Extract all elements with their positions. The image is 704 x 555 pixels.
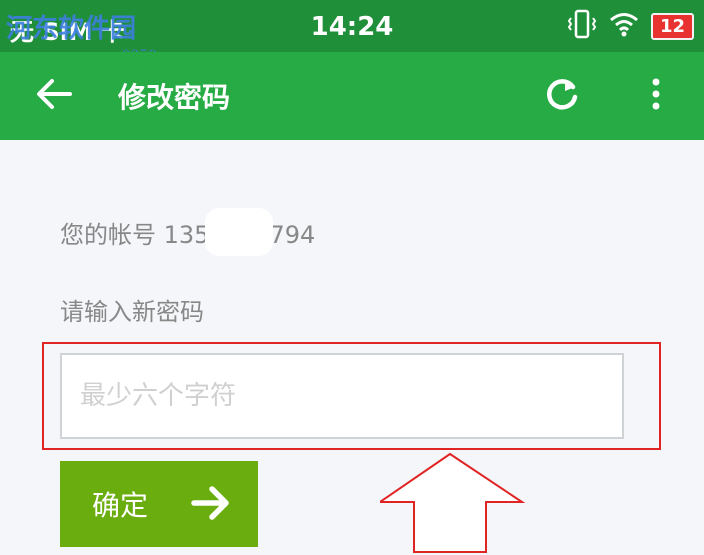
status-icons: 12 <box>567 8 694 44</box>
confirm-button[interactable]: 确定 <box>60 461 258 547</box>
wifi-icon <box>609 11 639 41</box>
more-vert-icon <box>651 77 661 115</box>
arrow-right-icon <box>190 483 232 530</box>
account-info: 您的帐号 135 794 <box>60 208 316 256</box>
vibrate-icon <box>567 8 597 44</box>
battery-icon: 12 <box>650 12 694 40</box>
back-arrow-icon <box>36 78 72 114</box>
account-prefix: 您的帐号 135 <box>60 221 210 249</box>
new-password-input[interactable] <box>60 353 624 439</box>
password-label: 请输入新密码 <box>60 298 204 326</box>
back-button[interactable] <box>30 74 78 118</box>
refresh-icon <box>543 75 581 117</box>
more-options-button[interactable] <box>632 72 680 120</box>
status-bar: 无 SIM 卡 14:24 12 <box>0 0 704 52</box>
account-suffix: 794 <box>269 221 316 249</box>
annotation-up-arrow-icon <box>380 452 525 553</box>
page-title: 修改密码 <box>118 81 231 114</box>
app-bar: 修改密码 <box>0 52 704 140</box>
account-redaction-mask <box>205 208 274 256</box>
refresh-button[interactable] <box>538 72 586 120</box>
confirm-label: 确定 <box>92 490 149 521</box>
